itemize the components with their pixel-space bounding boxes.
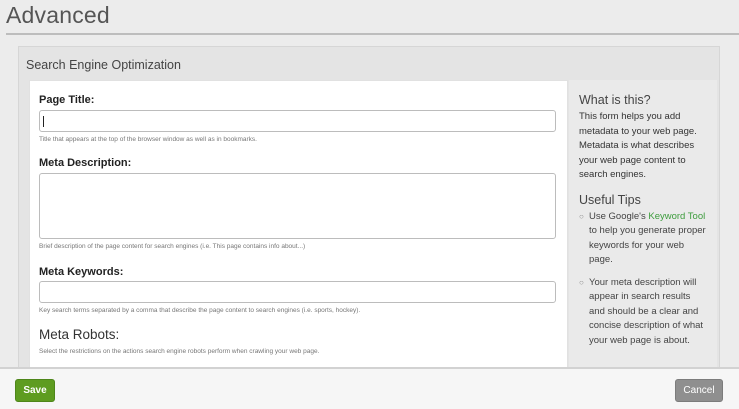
page-title: Advanced	[6, 2, 110, 28]
seo-panel: Search Engine Optimization Page Title: T…	[18, 46, 720, 380]
help-tips-title: Useful Tips	[579, 192, 641, 207]
title-divider	[6, 33, 739, 35]
meta-keywords-input[interactable]	[39, 281, 556, 303]
bullet-icon: ○	[579, 211, 584, 221]
help-sidebar: What is this? This form helps you add me…	[569, 80, 717, 380]
tips-list: ○ Use Google's Keyword Tool to help you g…	[579, 210, 707, 349]
bullet-icon: ○	[579, 277, 584, 287]
text-caret	[43, 116, 44, 127]
help-what-title: What is this?	[579, 93, 651, 107]
panel-header: Search Engine Optimization	[26, 58, 181, 72]
page-title-input[interactable]	[39, 110, 556, 132]
meta-description-hint: Brief description of the page content fo…	[39, 243, 306, 250]
meta-keywords-label: Meta Keywords:	[39, 266, 124, 278]
keyword-tool-link[interactable]: Keyword Tool	[648, 211, 705, 222]
page-title-hint: Title that appears at the top of the bro…	[39, 136, 257, 143]
seo-form: Page Title: Title that appears at the to…	[29, 80, 568, 380]
tip-item: ○ Your meta description will appear in se…	[579, 276, 707, 349]
footer-bar: Save Cancel	[0, 367, 739, 409]
help-what-body: This form helps you add metadata to your…	[579, 111, 697, 180]
page-title-label: Page Title:	[39, 94, 95, 106]
save-button[interactable]: Save	[15, 379, 55, 402]
meta-robots-heading: Meta Robots:	[39, 327, 120, 342]
meta-robots-hint: Select the restrictions on the actions s…	[39, 348, 320, 355]
tip-text: Your meta description will appear in sea…	[589, 276, 704, 346]
cancel-button[interactable]: Cancel	[675, 379, 723, 402]
meta-keywords-hint: Key search terms separated by a comma th…	[39, 307, 361, 314]
tip-item: ○ Use Google's Keyword Tool to help you g…	[579, 210, 707, 268]
meta-description-textarea[interactable]	[39, 173, 556, 239]
meta-description-label: Meta Description:	[39, 157, 132, 169]
tip-text: to help you generate proper keywords for…	[589, 225, 706, 265]
tip-text: Use Google's	[589, 210, 649, 222]
